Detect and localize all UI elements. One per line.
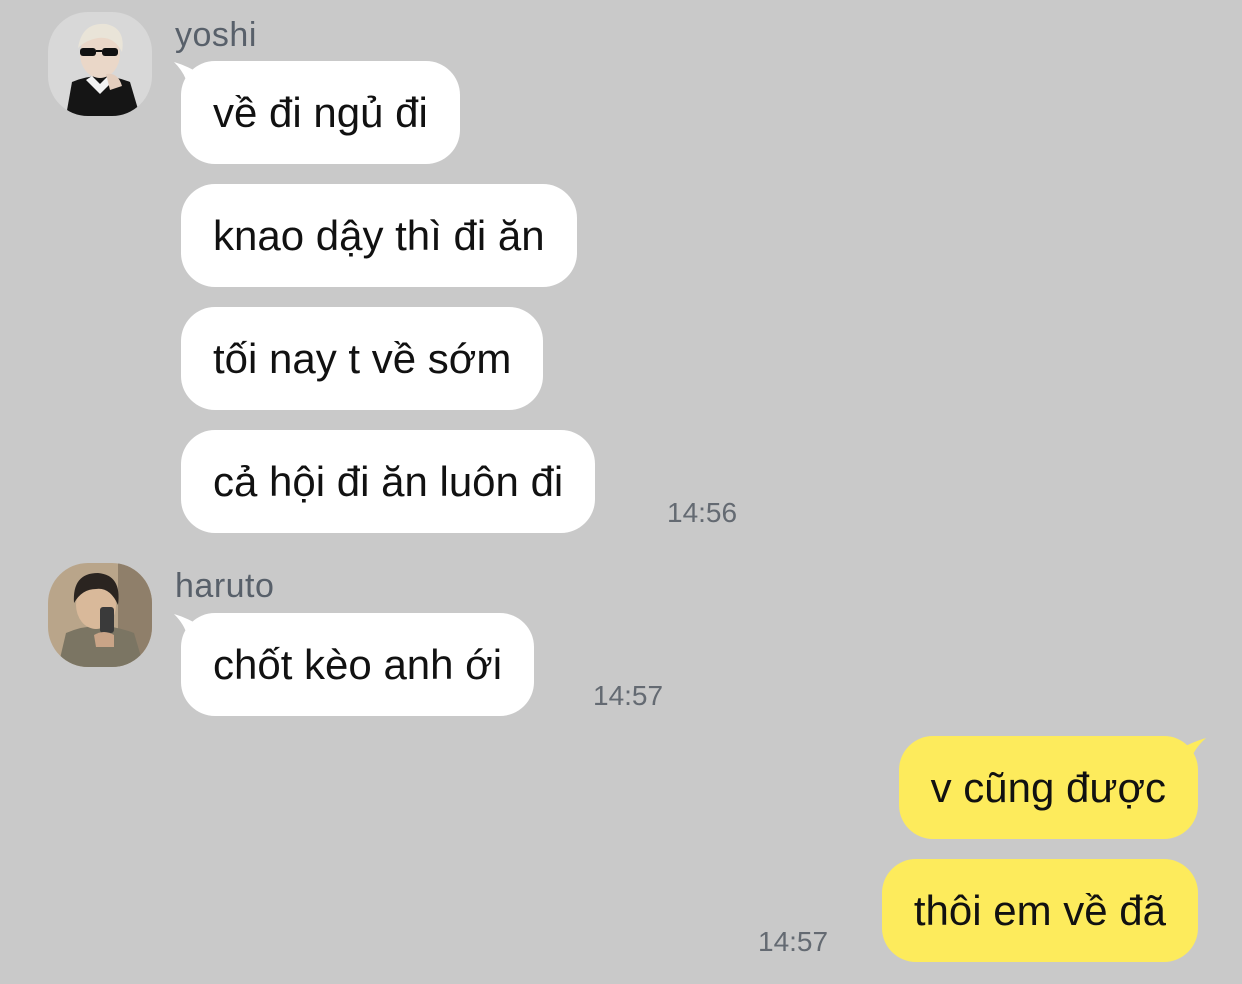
message-bubble[interactable]: tối nay t về sớm — [181, 307, 544, 410]
message-text: v cũng được — [930, 764, 1166, 811]
message-text: cả hội đi ăn luôn đi — [213, 458, 564, 505]
avatar-yoshi[interactable] — [48, 12, 152, 116]
message-text: chốt kèo anh ới — [213, 641, 503, 688]
message-timestamp: 14:57 — [593, 680, 664, 711]
message-bubble[interactable]: chốt kèo anh ới — [181, 613, 535, 716]
sender-name: yoshi — [175, 16, 257, 54]
chat-area: yoshi về đi ngủ đi knao dậy thì đi ăn tố… — [0, 0, 1242, 984]
message-bubble[interactable]: về đi ngủ đi — [181, 61, 460, 164]
message-bubble[interactable]: cả hội đi ăn luôn đi — [181, 430, 596, 533]
message-timestamp: 14:56 — [667, 497, 738, 528]
message-bubble[interactable]: knao dậy thì đi ăn — [181, 184, 577, 287]
avatar-icon — [48, 12, 152, 116]
avatar-icon — [48, 563, 152, 667]
message-text: tối nay t về sớm — [213, 335, 512, 382]
avatar-haruto[interactable] — [48, 563, 152, 667]
message-bubble[interactable]: v cũng được — [898, 736, 1198, 839]
message-timestamp: 14:57 — [758, 926, 829, 957]
message-bubble[interactable]: thôi em về đã — [881, 859, 1198, 962]
message-text: về đi ngủ đi — [213, 89, 428, 136]
sender-name: haruto — [175, 567, 275, 605]
message-text: knao dậy thì đi ăn — [213, 212, 545, 259]
message-text: thôi em về đã — [913, 887, 1166, 934]
